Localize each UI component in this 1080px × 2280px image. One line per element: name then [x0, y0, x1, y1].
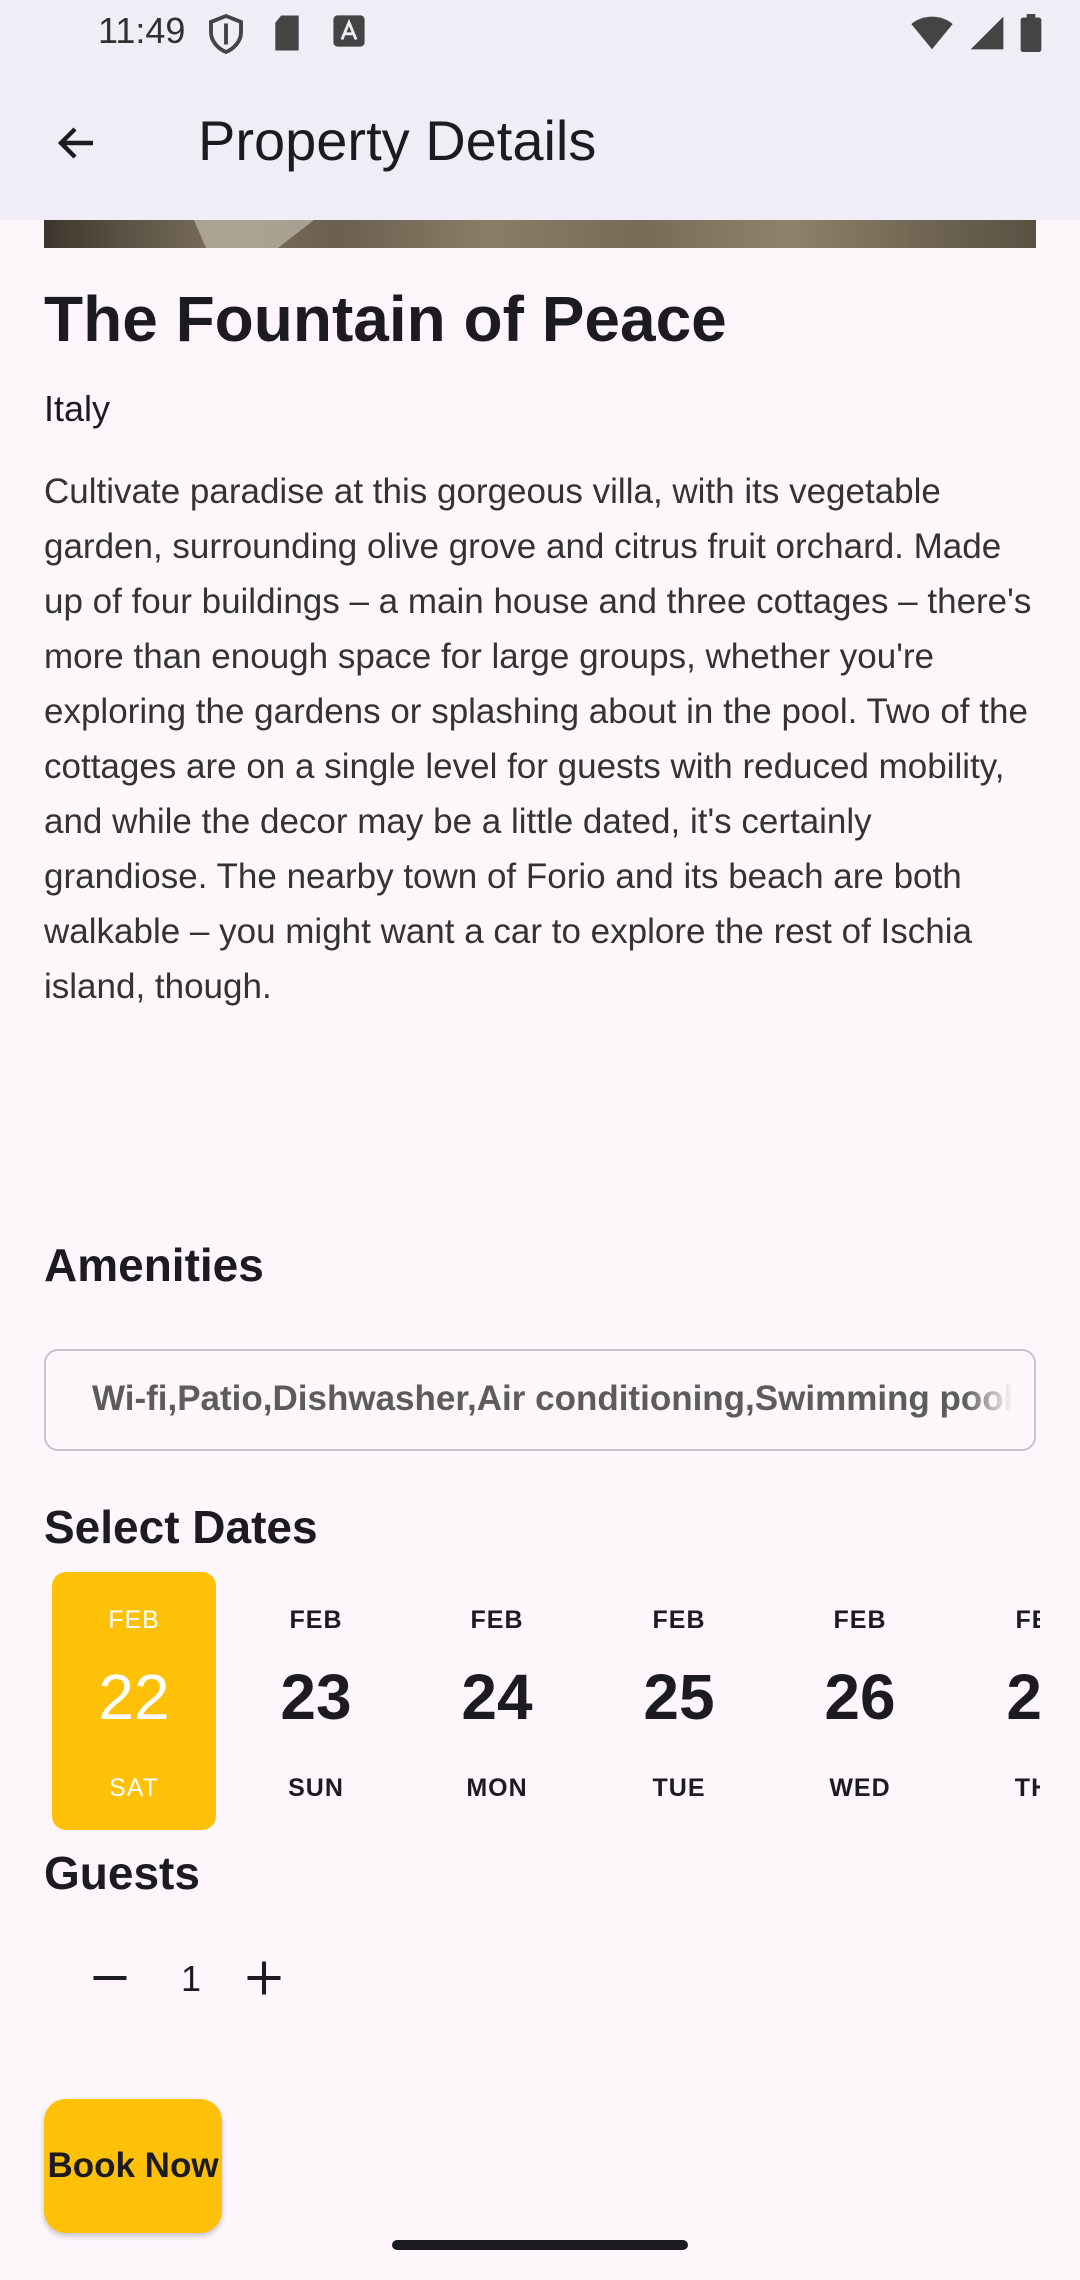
date-item[interactable]: FEB 24 MON	[415, 1572, 579, 1830]
shield-icon	[208, 13, 244, 59]
home-indicator[interactable]	[392, 2240, 688, 2250]
guest-count: 1	[180, 1958, 202, 1999]
app-bar: Property Details	[0, 70, 1080, 220]
back-button[interactable]	[44, 112, 110, 178]
date-month: FEB	[833, 1606, 887, 1634]
date-day: 26	[824, 1661, 896, 1733]
date-weekday: SUN	[288, 1774, 344, 1802]
date-weekday: TUE	[652, 1774, 706, 1802]
status-time: 11:49	[98, 10, 186, 51]
date-day: 24	[461, 1661, 533, 1733]
property-name: The Fountain of Peace	[44, 283, 727, 355]
date-item[interactable]: FEB 23 SUN	[234, 1572, 398, 1830]
select-dates-heading: Select Dates	[44, 1501, 318, 1553]
date-month: FEB	[108, 1606, 160, 1634]
date-weekday: WED	[829, 1774, 891, 1802]
date-weekday: SAT	[109, 1774, 159, 1802]
property-country: Italy	[44, 388, 111, 429]
date-day: 25	[643, 1661, 715, 1733]
date-strip[interactable]: FEB 22 SAT FEB 23 SUN FEB 24 MON FEB 25 …	[0, 1572, 1040, 1830]
amenities-heading: Amenities	[44, 1239, 264, 1291]
sd-card-icon	[272, 14, 302, 57]
date-month: FEB	[289, 1606, 343, 1634]
wifi-icon	[910, 15, 954, 56]
date-month: FEB	[1015, 1606, 1041, 1634]
property-description: Cultivate paradise at this gorgeous vill…	[44, 472, 1032, 1006]
date-month: FEB	[652, 1606, 706, 1634]
date-item[interactable]: FEB 26 WED	[778, 1572, 942, 1830]
battery-icon	[1020, 14, 1042, 57]
date-item[interactable]: FEB 27 THU	[960, 1572, 1040, 1830]
date-day: 27	[1006, 1661, 1040, 1733]
amenities-text: Wi-fi,Patio,Dishwasher,Air conditioning,…	[92, 1379, 1014, 1418]
date-item-selected[interactable]: FEB 22 SAT	[52, 1572, 216, 1830]
decrease-guests-button[interactable]	[80, 1950, 140, 2010]
guest-stepper: 1	[80, 1950, 300, 2020]
minus-icon	[88, 1956, 132, 2005]
date-day: 22	[98, 1661, 170, 1733]
date-weekday: MON	[466, 1774, 528, 1802]
status-bar: 11:49	[0, 0, 1080, 70]
date-day: 23	[280, 1661, 352, 1733]
signal-icon	[968, 15, 1006, 56]
amenities-field[interactable]: Wi-fi,Patio,Dishwasher,Air conditioning,…	[44, 1349, 1036, 1451]
date-item[interactable]: FEB 25 TUE	[597, 1572, 761, 1830]
date-month: FEB	[470, 1606, 524, 1634]
plus-icon	[242, 1956, 286, 2005]
arrow-back-icon	[53, 119, 101, 172]
text-a-icon	[332, 14, 366, 53]
page-title: Property Details	[198, 109, 597, 172]
increase-guests-button[interactable]	[234, 1950, 294, 2010]
date-weekday: THU	[1014, 1774, 1040, 1802]
guests-heading: Guests	[44, 1847, 200, 1899]
property-image	[44, 220, 1036, 248]
book-now-button[interactable]: Book Now	[44, 2099, 222, 2233]
